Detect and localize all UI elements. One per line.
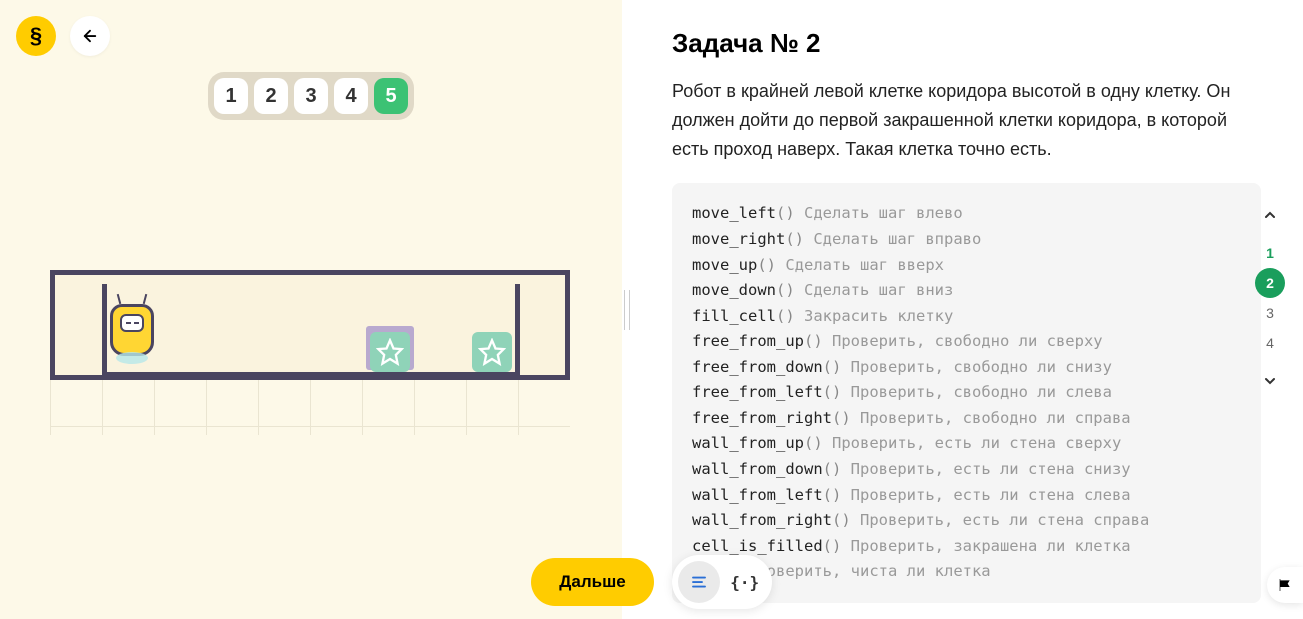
- command-row: wall_from_right() Проверить, есть ли сте…: [692, 508, 1241, 534]
- game-panel: § 12345: [0, 0, 622, 619]
- nav-prev-button[interactable]: [1255, 200, 1285, 230]
- brand-logo[interactable]: §: [16, 16, 56, 56]
- chevron-down-icon: [1262, 373, 1278, 389]
- command-row: wall_from_up() Проверить, есть ли стена …: [692, 431, 1241, 457]
- star-icon: [478, 338, 506, 366]
- step-item-2[interactable]: 2: [254, 78, 288, 114]
- step-item-5[interactable]: 5: [374, 78, 408, 114]
- star-icon: [376, 338, 404, 366]
- back-button[interactable]: [70, 16, 110, 56]
- task-content: Задача № 2 Робот в крайней левой клетке …: [630, 0, 1303, 619]
- command-row: move_up() Сделать шаг вверх: [692, 253, 1241, 279]
- command-row: move_right() Сделать шаг вправо: [692, 227, 1241, 253]
- command-row: move_left() Сделать шаг влево: [692, 201, 1241, 227]
- goal-tile: [370, 332, 410, 372]
- side-nav-item-3[interactable]: 3: [1255, 298, 1285, 328]
- robot-shadow: [116, 352, 148, 364]
- command-row: free_from_up() Проверить, свободно ли св…: [692, 329, 1241, 355]
- command-row: free_from_right() Проверить, свободно ли…: [692, 406, 1241, 432]
- text-view-button[interactable]: [678, 561, 720, 603]
- step-progress-bar: 12345: [208, 72, 414, 120]
- command-row: wall_from_down() Проверить, есть ли стен…: [692, 457, 1241, 483]
- robot-face: [120, 314, 144, 332]
- command-row: free_from_left() Проверить, свободно ли …: [692, 380, 1241, 406]
- robot: [110, 296, 154, 356]
- command-row: wall_from_left() Проверить, есть ли стен…: [692, 483, 1241, 509]
- side-nav-item-4[interactable]: 4: [1255, 328, 1285, 358]
- side-nav-item-2[interactable]: 2: [1255, 268, 1285, 298]
- command-row: fill_cell() Закрасить клетку: [692, 304, 1241, 330]
- task-title: Задача № 2: [672, 28, 1261, 59]
- commands-reference: move_left() Сделать шаг влевоmove_right(…: [672, 183, 1261, 602]
- task-panel: Задача № 2 Робот в крайней левой клетке …: [630, 0, 1303, 619]
- robot-body: [110, 304, 154, 356]
- step-item-3[interactable]: 3: [294, 78, 328, 114]
- grid-world: [50, 270, 570, 435]
- text-icon: [690, 573, 708, 591]
- goal-tile: [472, 332, 512, 372]
- chevron-up-icon: [1262, 207, 1278, 223]
- command-row: free_from_down() Проверить, свободно ли …: [692, 355, 1241, 381]
- arrow-left-icon: [81, 27, 99, 45]
- robot-antenna: [143, 294, 148, 304]
- nav-next-button[interactable]: [1255, 366, 1285, 396]
- panel-resize-handle[interactable]: [622, 0, 630, 619]
- corridor-floor: [102, 372, 520, 377]
- corridor-left-wall: [102, 284, 107, 374]
- step-item-4[interactable]: 4: [334, 78, 368, 114]
- view-toggle: {·}: [672, 555, 772, 609]
- corridor-right-wall: [515, 284, 520, 374]
- code-view-button[interactable]: {·}: [724, 561, 766, 603]
- logo-glyph: §: [30, 23, 42, 49]
- robot-antenna: [117, 294, 122, 304]
- code-braces-icon: {·}: [730, 573, 759, 592]
- task-side-nav: 1234: [1255, 200, 1285, 396]
- next-button[interactable]: Дальше: [531, 558, 653, 606]
- step-item-1[interactable]: 1: [214, 78, 248, 114]
- side-nav-item-1[interactable]: 1: [1255, 238, 1285, 268]
- task-description: Робот в крайней левой клетке коридора вы…: [672, 77, 1261, 163]
- command-row: move_down() Сделать шаг вниз: [692, 278, 1241, 304]
- bottom-actions: Дальше {·}: [0, 555, 1303, 609]
